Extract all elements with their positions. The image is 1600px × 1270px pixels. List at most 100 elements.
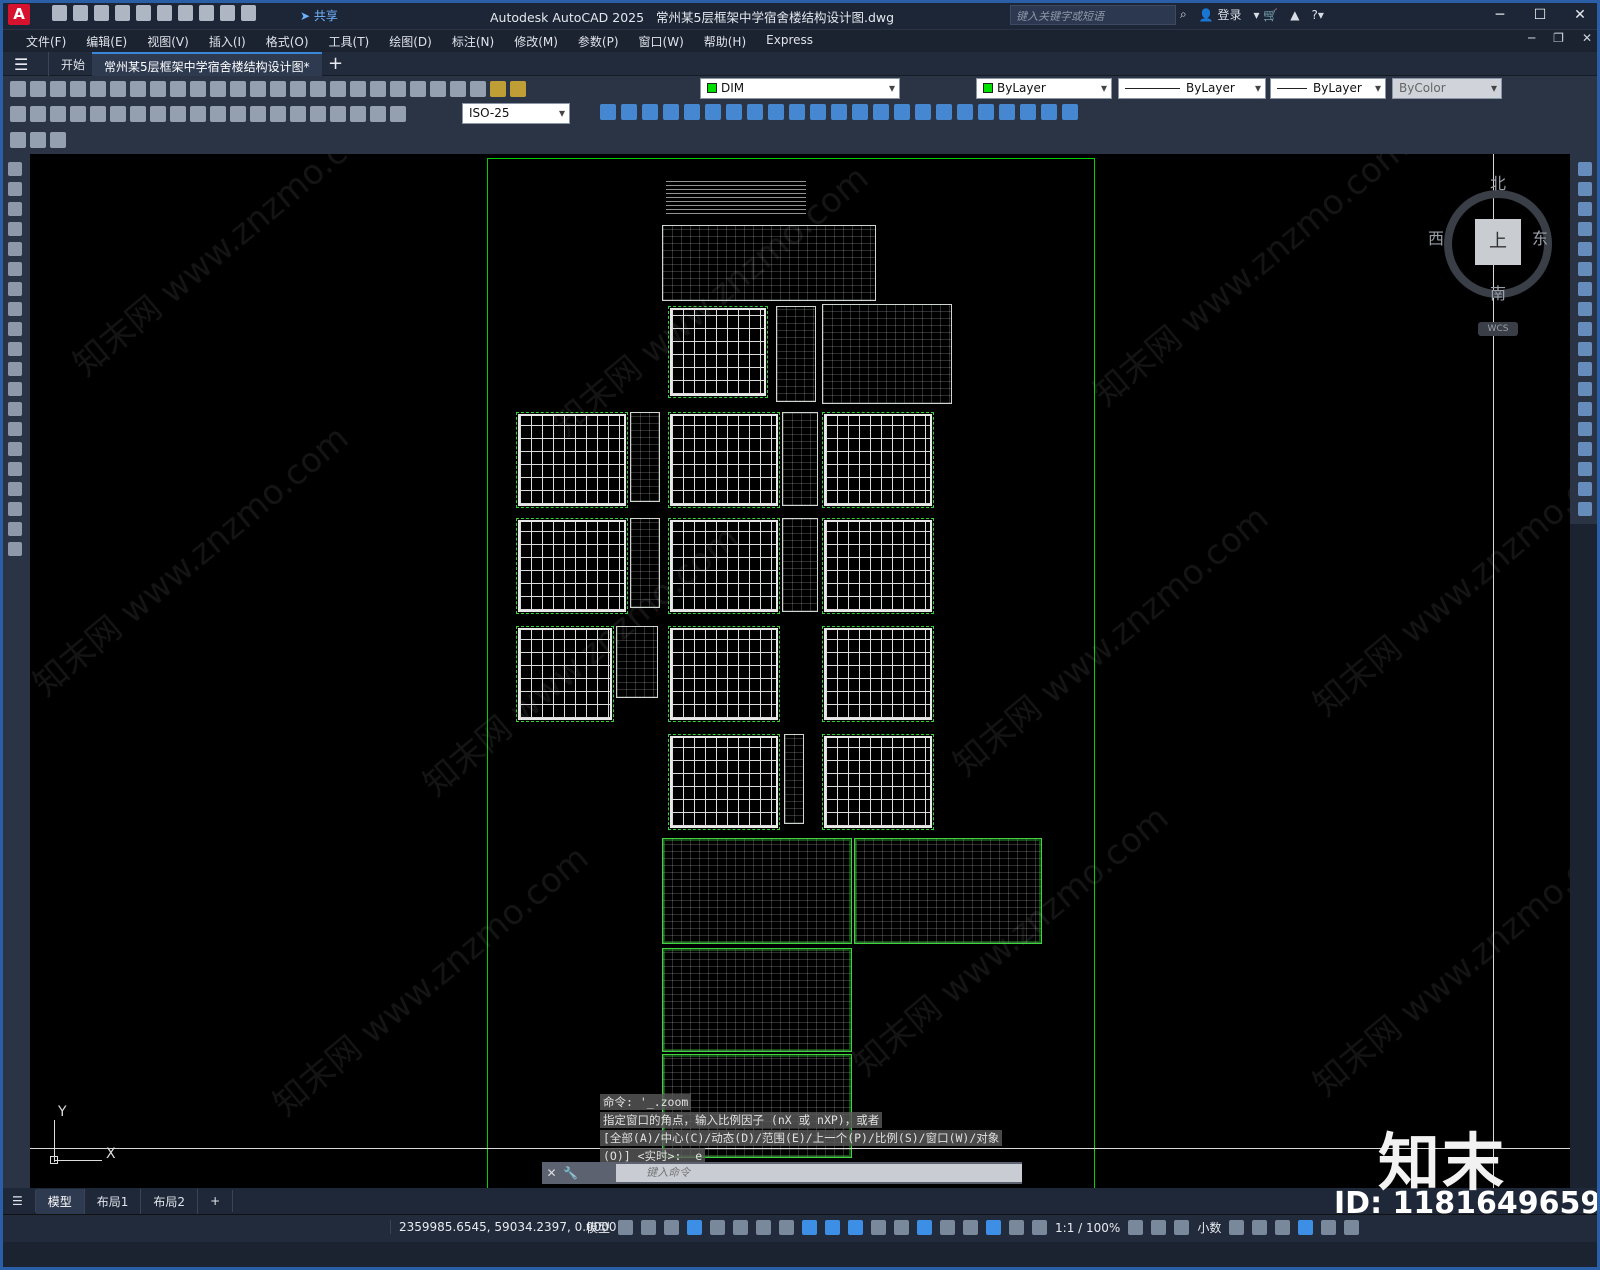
hatch-icon[interactable]	[8, 442, 22, 456]
ellipse-arc-icon[interactable]	[8, 362, 22, 376]
compass-north[interactable]: 北	[1490, 170, 1506, 194]
menu-file[interactable]: 文件(F)	[16, 30, 76, 52]
polyline-icon[interactable]	[8, 202, 22, 216]
doc-close-icon[interactable]: ✕	[1582, 31, 1592, 45]
tab-start[interactable]: 开始	[48, 52, 97, 76]
layer-walk-icon[interactable]	[50, 132, 66, 148]
object-snap-tracking-icon[interactable]	[779, 1220, 795, 1235]
radius-dim-icon[interactable]	[90, 105, 106, 122]
wcs-menu-button[interactable]: WCS	[1478, 322, 1518, 336]
break-icon[interactable]	[1578, 402, 1592, 416]
3dmirror-icon[interactable]	[999, 104, 1015, 120]
menu-insert[interactable]: 插入(I)	[199, 30, 256, 52]
3drotate-icon[interactable]	[936, 104, 952, 120]
menu-express[interactable]: Express	[756, 30, 823, 52]
selection-filter-icon[interactable]	[940, 1220, 956, 1235]
explode-icon[interactable]	[1578, 502, 1592, 516]
open-icon[interactable]	[73, 5, 88, 21]
cart-icon[interactable]: ▾ 🛒	[1254, 8, 1279, 22]
doc-minimize-icon[interactable]: ─	[1528, 31, 1535, 45]
add-selected-icon[interactable]	[8, 542, 22, 556]
cut-icon[interactable]	[130, 80, 146, 97]
continue-dim-icon[interactable]	[210, 105, 226, 122]
redo-icon[interactable]	[230, 80, 246, 97]
save-icon[interactable]	[94, 5, 109, 21]
polygon-icon[interactable]	[8, 222, 22, 236]
share-button[interactable]: ➤ 共享	[300, 7, 338, 24]
circle-icon[interactable]	[8, 282, 22, 296]
preview-icon[interactable]	[90, 80, 106, 97]
wedge-icon[interactable]	[684, 104, 700, 120]
arc-length-icon[interactable]	[50, 105, 66, 122]
diameter-dim-icon[interactable]	[130, 105, 146, 122]
ortho-icon[interactable]	[710, 1220, 726, 1235]
3dmove-icon[interactable]	[915, 104, 931, 120]
units-value[interactable]: 小数	[1197, 1219, 1221, 1236]
menu-edit[interactable]: 编辑(E)	[76, 30, 137, 52]
blend-curves-icon[interactable]	[1578, 482, 1592, 496]
tool-palettes-icon[interactable]	[370, 80, 386, 97]
isometric-icon[interactable]	[756, 1220, 772, 1235]
new-tab-icon[interactable]: +	[328, 53, 343, 74]
fillet-icon[interactable]	[1578, 462, 1592, 476]
cursor-coordinates[interactable]: 2359985.6545, 59034.2397, 0.0000	[390, 1220, 617, 1234]
match-properties-icon[interactable]	[190, 80, 206, 97]
customize-qat-icon[interactable]	[241, 5, 256, 21]
aligned-dim-icon[interactable]	[30, 105, 46, 122]
region-icon[interactable]	[8, 482, 22, 496]
polar-tracking-icon[interactable]	[733, 1220, 749, 1235]
loft-icon[interactable]	[810, 104, 826, 120]
arc-icon[interactable]	[8, 262, 22, 276]
properties-icon[interactable]	[330, 80, 346, 97]
tab-drawing[interactable]: 常州某5层框架中学宿舍楼结构设计图*	[92, 52, 322, 76]
autodesk-icon[interactable]: ▲	[1290, 8, 1299, 22]
menu-format[interactable]: 格式(O)	[256, 30, 319, 52]
customize-command-icon[interactable]: 🔧	[561, 1166, 580, 1180]
help-icon[interactable]	[450, 80, 466, 97]
dim-edit-icon[interactable]	[350, 105, 366, 122]
intersect-icon[interactable]	[873, 104, 889, 120]
chamfer-icon[interactable]	[1578, 442, 1592, 456]
minimize-button[interactable]: ─	[1480, 0, 1520, 30]
trim-icon[interactable]	[1578, 342, 1592, 356]
union-icon[interactable]	[831, 104, 847, 120]
close-button[interactable]: ✕	[1560, 0, 1600, 30]
table-icon[interactable]	[8, 502, 22, 516]
subtract-icon[interactable]	[852, 104, 868, 120]
grid-icon[interactable]	[618, 1220, 634, 1235]
dynamic-input-icon[interactable]	[687, 1220, 703, 1235]
zoom-realtime-icon[interactable]	[270, 80, 286, 97]
compass-east[interactable]: 东	[1532, 225, 1548, 249]
rectangle-icon[interactable]	[8, 242, 22, 256]
revolve-icon[interactable]	[768, 104, 784, 120]
box-icon[interactable]	[600, 104, 616, 120]
pyramid-icon[interactable]	[726, 104, 742, 120]
snap-icon[interactable]	[641, 1220, 657, 1235]
menu-draw[interactable]: 绘图(D)	[379, 30, 442, 52]
torus-icon[interactable]	[705, 104, 721, 120]
design-center-icon[interactable]	[350, 80, 366, 97]
annotation-scale-icon[interactable]	[1032, 1220, 1048, 1235]
lineweight-dropdown[interactable]: ByLayer	[1270, 78, 1386, 99]
viewcube-top-face[interactable]: 上	[1475, 219, 1521, 265]
sheet-set-icon[interactable]	[390, 80, 406, 97]
menu-window[interactable]: 窗口(W)	[629, 30, 694, 52]
mtext-icon[interactable]	[8, 522, 22, 536]
hamburger-icon[interactable]: ☰	[14, 55, 28, 74]
linear-dim-icon[interactable]	[10, 105, 26, 122]
open-icon[interactable]	[30, 80, 46, 97]
undo-icon[interactable]	[210, 80, 226, 97]
calculator-icon[interactable]	[430, 80, 446, 97]
maximize-button[interactable]: ☐	[1520, 0, 1560, 30]
slice-icon[interactable]	[894, 104, 910, 120]
model-space-button[interactable]: 模型	[586, 1219, 610, 1236]
menu-tools[interactable]: 工具(T)	[319, 30, 380, 52]
zoom-window-icon[interactable]	[290, 80, 306, 97]
construction-line-icon[interactable]	[8, 182, 22, 196]
baseline-dim-icon[interactable]	[190, 105, 206, 122]
add-layout-icon[interactable]: +	[198, 1190, 234, 1212]
quick-properties-icon[interactable]	[1229, 1220, 1245, 1235]
dynamic-ucs-icon[interactable]	[917, 1220, 933, 1235]
stretch-icon[interactable]	[1578, 322, 1592, 336]
drawing-canvas[interactable]: 上 北 南 东 西 WCS Y X 知末网 www.znzmo.com 知末网 …	[30, 154, 1570, 1214]
